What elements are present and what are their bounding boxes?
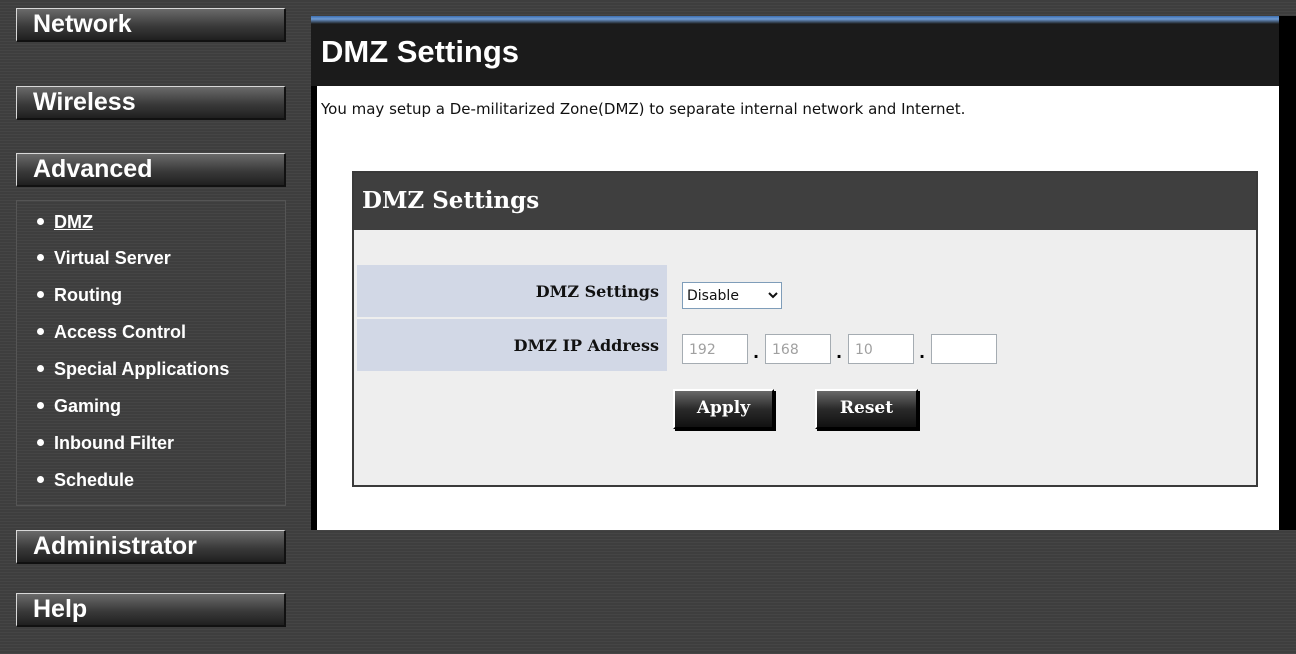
menu-wireless-button[interactable]: Wireless	[16, 86, 286, 120]
bullet-icon	[37, 253, 44, 261]
main-body: You may setup a De-militarized Zone(DMZ)…	[311, 86, 1296, 530]
bullet-icon	[37, 327, 44, 335]
ip-octet-4-input[interactable]	[931, 334, 997, 364]
sidebar-item-label: DMZ	[54, 212, 93, 232]
sidebar-item-label: Special Applications	[54, 359, 230, 379]
sidebar-item-label: Inbound Filter	[54, 433, 174, 453]
main-panel: DMZ Settings You may setup a De-militari…	[311, 16, 1296, 530]
sidebar-item-special-applications[interactable]: Special Applications	[37, 358, 229, 380]
sidebar-item-inbound-filter[interactable]: Inbound Filter	[37, 432, 174, 454]
sidebar-item-label: Schedule	[54, 470, 135, 490]
sidebar: Network Wireless Advanced DMZ Virtual Se…	[6, 8, 286, 648]
settings-box-header: DMZ Settings	[354, 173, 1256, 230]
bullet-icon	[37, 475, 44, 483]
sidebar-item-label: Routing	[54, 285, 122, 305]
advanced-submenu: DMZ Virtual Server Routing Access Contro…	[16, 200, 286, 506]
sidebar-item-label: Access Control	[54, 322, 187, 342]
bullet-icon	[37, 290, 44, 298]
bullet-icon	[37, 364, 44, 372]
menu-administrator-button[interactable]: Administrator	[16, 530, 286, 564]
ip-separator: .	[753, 343, 760, 362]
sidebar-item-routing[interactable]: Routing	[37, 284, 122, 306]
sidebar-item-dmz[interactable]: DMZ	[37, 211, 93, 233]
page: Network Wireless Advanced DMZ Virtual Se…	[0, 0, 1296, 654]
ip-separator: .	[919, 343, 926, 362]
sidebar-item-access-control[interactable]: Access Control	[37, 321, 186, 343]
bullet-icon	[37, 217, 44, 225]
menu-help-button[interactable]: Help	[16, 593, 286, 627]
sidebar-item-virtual-server[interactable]: Virtual Server	[37, 247, 171, 269]
menu-advanced-button[interactable]: Advanced	[16, 153, 286, 187]
title-bar: DMZ Settings	[311, 16, 1296, 86]
ip-octet-2-input[interactable]	[765, 334, 831, 364]
bullet-icon	[37, 401, 44, 409]
menu-network-button[interactable]: Network	[16, 8, 286, 42]
bullet-icon	[37, 438, 44, 446]
ip-separator: .	[836, 343, 843, 362]
page-description: You may setup a De-militarized Zone(DMZ)…	[321, 100, 966, 118]
dmz-ip-address-label: DMZ IP Address	[357, 319, 667, 373]
sidebar-item-schedule[interactable]: Schedule	[37, 469, 134, 491]
dmz-settings-select[interactable]: Disable	[682, 282, 782, 309]
settings-box: DMZ Settings DMZ Settings DMZ IP Address…	[352, 171, 1258, 487]
reset-button[interactable]: Reset	[815, 389, 918, 429]
settings-box-title: DMZ Settings	[362, 187, 540, 214]
ip-octet-3-input[interactable]	[848, 334, 914, 364]
ip-octet-1-input[interactable]	[682, 334, 748, 364]
dmz-settings-label: DMZ Settings	[357, 265, 667, 319]
sidebar-item-label: Virtual Server	[54, 248, 171, 268]
sidebar-item-label: Gaming	[54, 396, 122, 416]
sidebar-item-gaming[interactable]: Gaming	[37, 395, 121, 417]
apply-button[interactable]: Apply	[673, 389, 774, 429]
page-title: DMZ Settings	[321, 34, 520, 69]
